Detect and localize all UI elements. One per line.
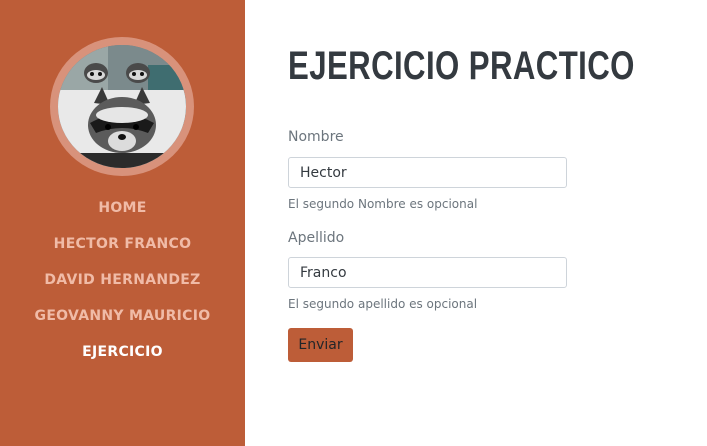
nav-item-home[interactable]: HOME [0,190,245,226]
apellido-label: Apellido [288,230,345,246]
nombre-help-text: El segundo Nombre es opcional [288,197,478,211]
avatar [58,45,186,168]
nombre-input[interactable] [288,157,567,188]
nav-item-hector-franco[interactable]: HECTOR FRANCO [0,226,245,262]
raccoon-image [58,45,186,168]
apellido-help-text: El segundo apellido es opcional [288,297,478,311]
nombre-label: Nombre [288,129,344,145]
nav-item-geovanny-mauricio[interactable]: GEOVANNY MAURICIO [0,298,245,334]
nav-item-david-hernandez[interactable]: DAVID HERNANDEZ [0,262,245,298]
sidebar-nav: HOME HECTOR FRANCO DAVID HERNANDEZ GEOVA… [0,190,245,370]
sidebar: HOME HECTOR FRANCO DAVID HERNANDEZ GEOVA… [0,0,245,446]
submit-button[interactable]: Enviar [288,328,353,362]
page-title: EJERCICIO PRACTICO [288,44,635,88]
nav-item-ejercicio[interactable]: EJERCICIO [0,334,245,370]
apellido-input[interactable] [288,257,567,288]
avatar-frame [50,37,194,176]
